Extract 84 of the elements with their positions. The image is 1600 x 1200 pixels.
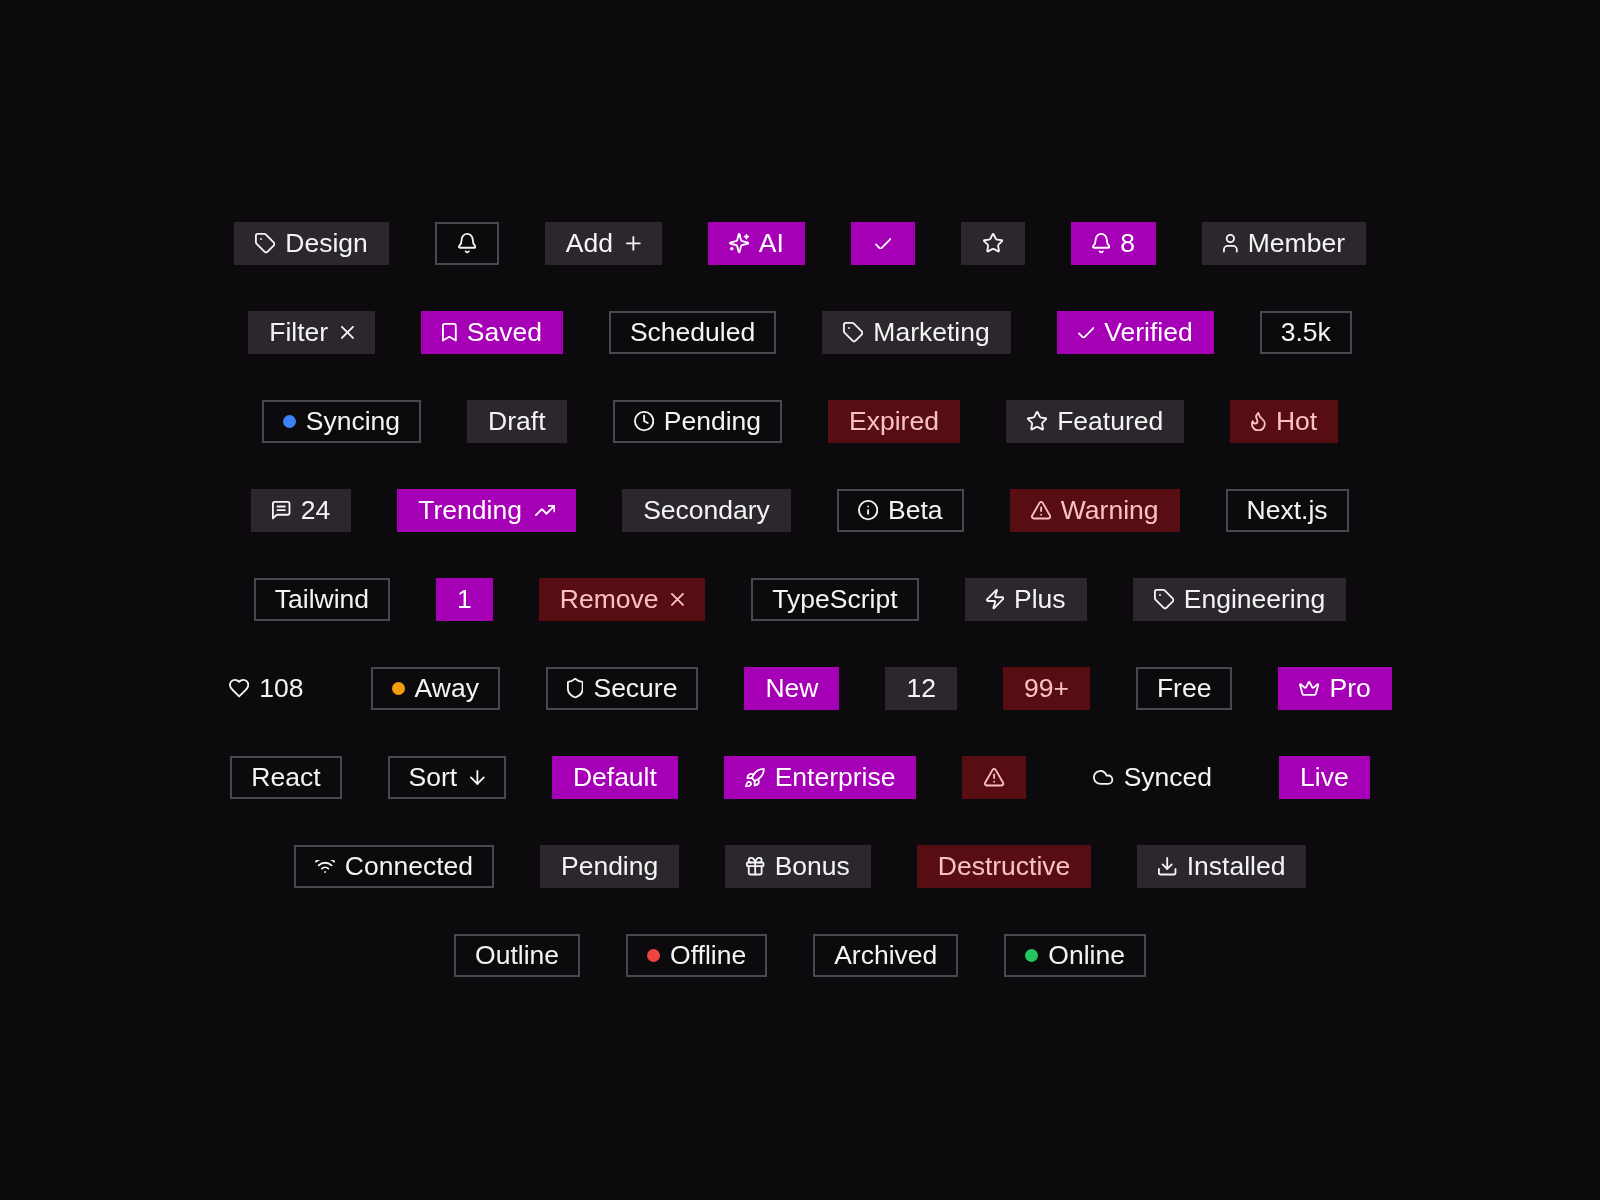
- shield-icon: [566, 678, 584, 699]
- badge-label: Connected: [344, 853, 473, 880]
- badge-label: Expired: [849, 408, 939, 435]
- crown-icon: [1299, 681, 1320, 696]
- badge-label: Destructive: [937, 853, 1071, 880]
- badge-label: 24: [300, 497, 331, 524]
- badge-label: Plus: [1013, 586, 1066, 613]
- badge-label: 108: [259, 675, 304, 702]
- badge-label: Draft: [488, 408, 546, 435]
- badge-label: Away: [414, 675, 479, 702]
- badge-label: Member: [1247, 230, 1345, 257]
- warning-icon: [984, 768, 1005, 787]
- badge-label: Secure: [593, 675, 678, 702]
- badge-label: 3.5k: [1280, 319, 1331, 346]
- badge-label: Next.js: [1246, 497, 1328, 524]
- badge-label: Installed: [1186, 853, 1286, 880]
- check-icon: [874, 237, 892, 250]
- badge-label: TypeScript: [772, 586, 898, 613]
- badge-label: Enterprise: [774, 764, 896, 791]
- badge-label: Outline: [475, 942, 560, 969]
- badge-label: Free: [1156, 675, 1212, 702]
- badge-label: Marketing: [873, 319, 990, 346]
- badge-label: Engineering: [1183, 586, 1326, 613]
- trend-up-icon: [534, 505, 556, 516]
- tag-icon: [1153, 589, 1174, 610]
- badge-label: Pending: [663, 408, 762, 435]
- badge-label: Secondary: [643, 497, 770, 524]
- badge-label: Remove: [559, 586, 659, 613]
- badge-label: Featured: [1057, 408, 1164, 435]
- badge-label: 99+: [1023, 675, 1069, 702]
- heart-icon: [229, 679, 250, 698]
- close-icon: [341, 326, 354, 339]
- tag-icon: [843, 322, 864, 343]
- badge-label: Saved: [466, 319, 542, 346]
- badge-label: Warning: [1060, 497, 1159, 524]
- badge-label: React: [251, 764, 321, 791]
- download-icon: [1158, 857, 1177, 876]
- tag-icon: [255, 233, 276, 254]
- badge-label: Beta: [888, 497, 943, 524]
- plus-icon: [625, 236, 641, 251]
- sparkle-icon: [728, 233, 749, 254]
- badge-label: Design: [285, 230, 368, 257]
- badge-label: Sort: [408, 764, 458, 791]
- badge-label: Tailwind: [274, 586, 370, 613]
- star-icon: [982, 233, 1003, 254]
- clock-icon: [633, 411, 654, 432]
- badge-label: Add: [565, 230, 613, 257]
- badge-label: 8: [1120, 230, 1136, 257]
- warning-icon: [1030, 501, 1051, 520]
- badge-label: Synced: [1123, 764, 1213, 791]
- badge-label: 1: [457, 586, 472, 613]
- badge-label: Filter: [269, 319, 329, 346]
- badge-label: Pending: [561, 853, 659, 880]
- cloud-icon: [1093, 770, 1114, 785]
- lightning-icon: [985, 589, 1004, 610]
- chat-bubble-icon: [272, 501, 291, 520]
- flame-icon: [1251, 411, 1266, 432]
- star-icon: [1026, 411, 1048, 432]
- check-icon: [1077, 326, 1095, 339]
- arrow-down-icon: [470, 770, 485, 785]
- badge-label: Live: [1300, 764, 1349, 791]
- badge-label: Syncing: [305, 408, 401, 435]
- badge-label: 12: [906, 675, 936, 702]
- wifi-icon: [314, 860, 335, 873]
- badge-label: AI: [758, 230, 784, 257]
- info-icon: [857, 500, 879, 521]
- badge-label: Hot: [1275, 408, 1318, 435]
- badge-label: Offline: [670, 942, 747, 969]
- badge-label: New: [765, 675, 819, 702]
- badge-label: Scheduled: [629, 319, 756, 346]
- badge-label: Pro: [1329, 675, 1371, 702]
- user-icon: [1223, 234, 1238, 253]
- bell-icon: [1091, 233, 1111, 254]
- badge-label: Bonus: [774, 853, 850, 880]
- close-icon: [671, 593, 685, 606]
- badge-label: Default: [572, 764, 657, 791]
- gift-icon: [746, 857, 765, 876]
- badge-label: Trending: [418, 497, 522, 524]
- bell-icon: [457, 233, 476, 254]
- bookmark-icon: [442, 323, 457, 342]
- badge-label: Archived: [834, 942, 938, 969]
- badge-label: Online: [1048, 942, 1125, 969]
- badge-label: Verified: [1104, 319, 1193, 346]
- rocket-icon: [744, 767, 765, 788]
